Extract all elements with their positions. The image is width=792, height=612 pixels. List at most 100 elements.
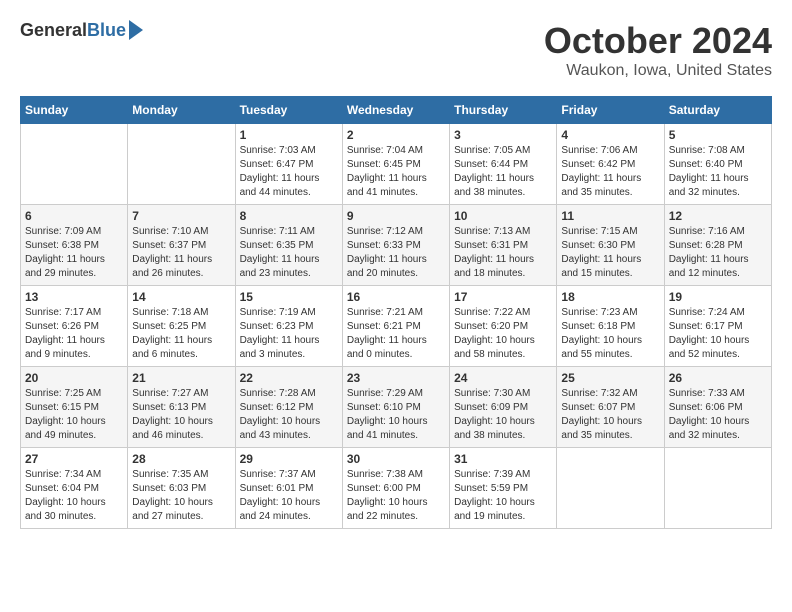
calendar-week-row: 13 Sunrise: 7:17 AM Sunset: 6:26 PM Dayli… (21, 286, 772, 367)
day-number: 26 (669, 371, 767, 385)
day-info: Sunrise: 7:32 AM Sunset: 6:07 PM Dayligh… (561, 387, 659, 443)
day-info: Sunrise: 7:06 AM Sunset: 6:42 PM Dayligh… (561, 144, 659, 200)
calendar-cell (557, 448, 664, 529)
calendar-cell (128, 124, 235, 205)
calendar-cell: 26 Sunrise: 7:33 AM Sunset: 6:06 PM Dayli… (664, 367, 771, 448)
calendar-day-header: Tuesday (235, 97, 342, 124)
calendar-cell: 21 Sunrise: 7:27 AM Sunset: 6:13 PM Dayli… (128, 367, 235, 448)
day-number: 25 (561, 371, 659, 385)
day-number: 3 (454, 128, 552, 142)
calendar-cell: 24 Sunrise: 7:30 AM Sunset: 6:09 PM Dayli… (450, 367, 557, 448)
calendar-cell: 22Sunrise: 7:28 AM Sunset: 6:12 PM Dayli… (235, 367, 342, 448)
calendar-day-header: Wednesday (342, 97, 449, 124)
day-info: Sunrise: 7:28 AM Sunset: 6:12 PM Dayligh… (240, 387, 338, 443)
calendar-day-header: Sunday (21, 97, 128, 124)
day-number: 30 (347, 452, 445, 466)
day-number: 13 (25, 290, 123, 304)
day-number: 21 (132, 371, 230, 385)
day-number: 31 (454, 452, 552, 466)
day-number: 2 (347, 128, 445, 142)
day-number: 20 (25, 371, 123, 385)
day-info: Sunrise: 7:33 AM Sunset: 6:06 PM Dayligh… (669, 387, 767, 443)
day-number: 14 (132, 290, 230, 304)
day-info: Sunrise: 7:24 AM Sunset: 6:17 PM Dayligh… (669, 306, 767, 362)
calendar-cell: 12 Sunrise: 7:16 AM Sunset: 6:28 PM Dayli… (664, 205, 771, 286)
calendar-cell: 29 Sunrise: 7:37 AM Sunset: 6:01 PM Dayli… (235, 448, 342, 529)
calendar-cell (664, 448, 771, 529)
day-info: Sunrise: 7:11 AM Sunset: 6:35 PM Dayligh… (240, 225, 338, 281)
day-info: Sunrise: 7:16 AM Sunset: 6:28 PM Dayligh… (669, 225, 767, 281)
day-number: 17 (454, 290, 552, 304)
day-number: 10 (454, 209, 552, 223)
calendar-header-row: SundayMondayTuesdayWednesdayThursdayFrid… (21, 97, 772, 124)
month-title: October 2024 (544, 20, 772, 62)
day-info: Sunrise: 7:38 AM Sunset: 6:00 PM Dayligh… (347, 468, 445, 524)
day-info: Sunrise: 7:22 AM Sunset: 6:20 PM Dayligh… (454, 306, 552, 362)
calendar-day-header: Thursday (450, 97, 557, 124)
calendar-cell: 17 Sunrise: 7:22 AM Sunset: 6:20 PM Dayli… (450, 286, 557, 367)
day-number: 29 (240, 452, 338, 466)
calendar-cell: 23 Sunrise: 7:29 AM Sunset: 6:10 PM Dayli… (342, 367, 449, 448)
calendar-cell: 28Sunrise: 7:35 AM Sunset: 6:03 PM Dayli… (128, 448, 235, 529)
day-number: 16 (347, 290, 445, 304)
calendar-cell: 15Sunrise: 7:19 AM Sunset: 6:23 PM Dayli… (235, 286, 342, 367)
logo: General Blue (20, 20, 143, 41)
day-number: 18 (561, 290, 659, 304)
calendar-table: SundayMondayTuesdayWednesdayThursdayFrid… (20, 96, 772, 529)
logo-general-text: General (20, 20, 87, 41)
day-number: 12 (669, 209, 767, 223)
location-title: Waukon, Iowa, United States (544, 62, 772, 80)
calendar-cell: 19 Sunrise: 7:24 AM Sunset: 6:17 PM Dayli… (664, 286, 771, 367)
day-info: Sunrise: 7:23 AM Sunset: 6:18 PM Dayligh… (561, 306, 659, 362)
calendar-week-row: 27Sunrise: 7:34 AM Sunset: 6:04 PM Dayli… (21, 448, 772, 529)
day-info: Sunrise: 7:03 AM Sunset: 6:47 PM Dayligh… (240, 144, 338, 200)
calendar-week-row: 1 Sunrise: 7:03 AM Sunset: 6:47 PM Daylig… (21, 124, 772, 205)
calendar-cell: 14Sunrise: 7:18 AM Sunset: 6:25 PM Dayli… (128, 286, 235, 367)
calendar-day-header: Saturday (664, 97, 771, 124)
calendar-cell: 25 Sunrise: 7:32 AM Sunset: 6:07 PM Dayli… (557, 367, 664, 448)
day-number: 4 (561, 128, 659, 142)
day-number: 6 (25, 209, 123, 223)
logo-blue-text: Blue (87, 20, 126, 41)
day-info: Sunrise: 7:13 AM Sunset: 6:31 PM Dayligh… (454, 225, 552, 281)
calendar-cell: 9 Sunrise: 7:12 AM Sunset: 6:33 PM Daylig… (342, 205, 449, 286)
day-number: 19 (669, 290, 767, 304)
calendar-cell: 4 Sunrise: 7:06 AM Sunset: 6:42 PM Daylig… (557, 124, 664, 205)
page-header: General Blue October 2024 Waukon, Iowa, … (20, 20, 772, 80)
calendar-week-row: 6Sunrise: 7:09 AM Sunset: 6:38 PM Daylig… (21, 205, 772, 286)
calendar-cell: 31 Sunrise: 7:39 AM Sunset: 5:59 PM Dayli… (450, 448, 557, 529)
day-number: 9 (347, 209, 445, 223)
day-number: 15 (240, 290, 338, 304)
day-number: 1 (240, 128, 338, 142)
day-info: Sunrise: 7:12 AM Sunset: 6:33 PM Dayligh… (347, 225, 445, 281)
day-number: 5 (669, 128, 767, 142)
day-number: 24 (454, 371, 552, 385)
calendar-cell: 16Sunrise: 7:21 AM Sunset: 6:21 PM Dayli… (342, 286, 449, 367)
calendar-cell: 10 Sunrise: 7:13 AM Sunset: 6:31 PM Dayli… (450, 205, 557, 286)
calendar-cell: 30 Sunrise: 7:38 AM Sunset: 6:00 PM Dayli… (342, 448, 449, 529)
day-number: 7 (132, 209, 230, 223)
day-info: Sunrise: 7:17 AM Sunset: 6:26 PM Dayligh… (25, 306, 123, 362)
calendar-cell: 8Sunrise: 7:11 AM Sunset: 6:35 PM Daylig… (235, 205, 342, 286)
day-number: 28 (132, 452, 230, 466)
calendar-cell: 13 Sunrise: 7:17 AM Sunset: 6:26 PM Dayli… (21, 286, 128, 367)
day-info: Sunrise: 7:29 AM Sunset: 6:10 PM Dayligh… (347, 387, 445, 443)
calendar-cell (21, 124, 128, 205)
calendar-cell: 6Sunrise: 7:09 AM Sunset: 6:38 PM Daylig… (21, 205, 128, 286)
calendar-day-header: Friday (557, 97, 664, 124)
calendar-cell: 3Sunrise: 7:05 AM Sunset: 6:44 PM Daylig… (450, 124, 557, 205)
day-number: 11 (561, 209, 659, 223)
day-info: Sunrise: 7:39 AM Sunset: 5:59 PM Dayligh… (454, 468, 552, 524)
day-info: Sunrise: 7:27 AM Sunset: 6:13 PM Dayligh… (132, 387, 230, 443)
calendar-cell: 11Sunrise: 7:15 AM Sunset: 6:30 PM Dayli… (557, 205, 664, 286)
day-info: Sunrise: 7:30 AM Sunset: 6:09 PM Dayligh… (454, 387, 552, 443)
title-section: October 2024 Waukon, Iowa, United States (544, 20, 772, 80)
day-info: Sunrise: 7:04 AM Sunset: 6:45 PM Dayligh… (347, 144, 445, 200)
day-number: 23 (347, 371, 445, 385)
day-info: Sunrise: 7:08 AM Sunset: 6:40 PM Dayligh… (669, 144, 767, 200)
calendar-cell: 27Sunrise: 7:34 AM Sunset: 6:04 PM Dayli… (21, 448, 128, 529)
day-info: Sunrise: 7:37 AM Sunset: 6:01 PM Dayligh… (240, 468, 338, 524)
day-info: Sunrise: 7:10 AM Sunset: 6:37 PM Dayligh… (132, 225, 230, 281)
calendar-cell: 20Sunrise: 7:25 AM Sunset: 6:15 PM Dayli… (21, 367, 128, 448)
calendar-week-row: 20Sunrise: 7:25 AM Sunset: 6:15 PM Dayli… (21, 367, 772, 448)
